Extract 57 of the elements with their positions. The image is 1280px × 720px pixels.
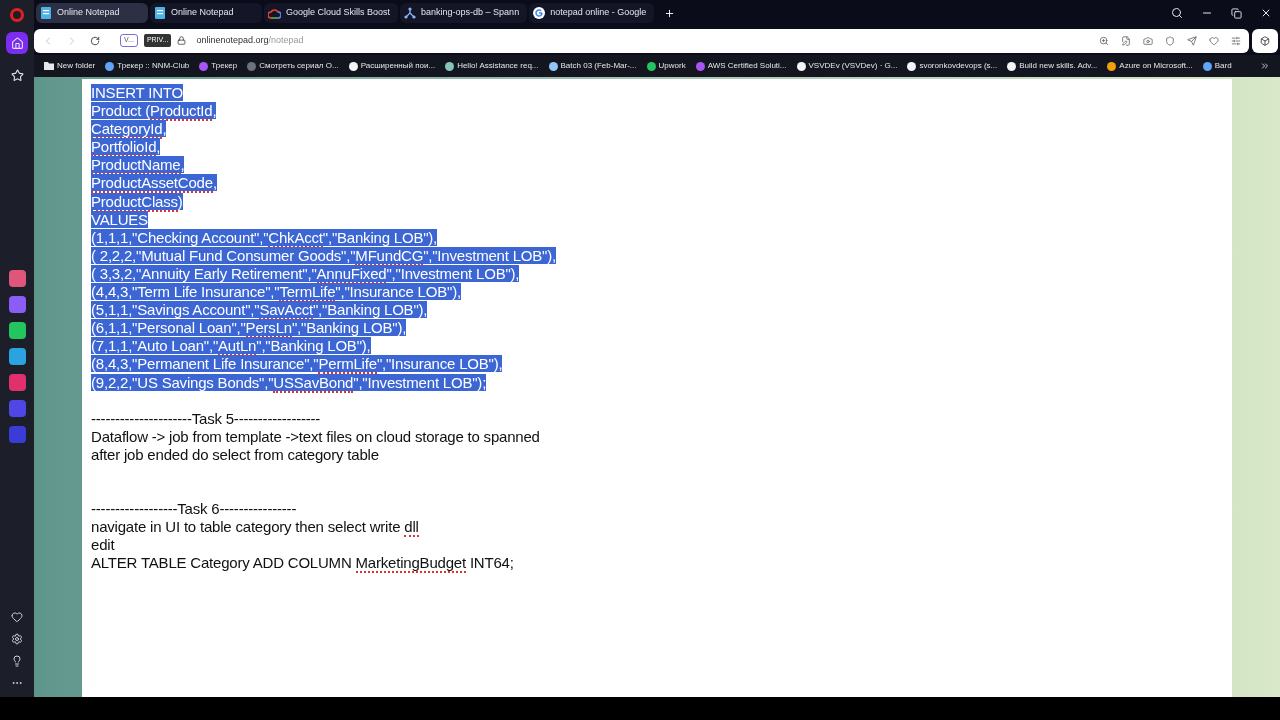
close-icon[interactable]	[1260, 7, 1272, 19]
edit-icon[interactable]	[1121, 35, 1131, 46]
extensions-button[interactable]	[1252, 28, 1278, 53]
document-icon	[154, 7, 166, 19]
restore-icon[interactable]	[1231, 7, 1242, 19]
sliders-icon[interactable]	[1231, 35, 1241, 46]
lightbulb-icon[interactable]	[11, 655, 23, 667]
browser-tab[interactable]: notepad online - Google	[529, 3, 655, 23]
shield-icon[interactable]	[1165, 35, 1175, 46]
tab-title: Google Cloud Skills Boost	[286, 6, 391, 20]
lock-icon	[177, 36, 187, 45]
bookmark-link[interactable]: Build new skills. Adv...	[1019, 60, 1098, 72]
browser-tab[interactable]: Online Notepad	[36, 3, 148, 23]
browser-tab[interactable]: Google Cloud Skills Boost	[264, 3, 399, 23]
browser-logo-icon[interactable]	[10, 8, 24, 22]
star-icon	[10, 68, 24, 82]
bookmark-link[interactable]: New folder	[57, 60, 96, 72]
bookmark-link[interactable]: Трекер	[211, 60, 238, 72]
app-icon[interactable]	[8, 269, 26, 287]
bookmark-link[interactable]: Bard	[1214, 60, 1232, 72]
cube-icon	[1260, 35, 1270, 46]
bookmark-link[interactable]: Batch 03 (Feb-Mar-...	[560, 60, 637, 72]
more-bookmarks-icon[interactable]	[1260, 61, 1270, 71]
tab-title: notepad online - Google	[550, 6, 647, 20]
app-icon[interactable]	[8, 321, 26, 339]
cloud-icon	[268, 7, 281, 19]
bookmark-link[interactable]: Hello! Assistance req...	[457, 60, 539, 72]
home-icon	[10, 36, 24, 50]
bookmark-link[interactable]: AWS Certified Soluti...	[707, 60, 787, 72]
document-icon	[40, 7, 52, 19]
send-icon[interactable]	[1187, 35, 1197, 46]
app-icon[interactable]	[8, 373, 26, 391]
bookmark-link[interactable]: Смотреть сериал О...	[259, 60, 339, 72]
search-icon[interactable]	[1171, 7, 1183, 19]
reload-icon[interactable]	[90, 35, 100, 46]
bookmark-link[interactable]: Azure on Microsoft...	[1119, 60, 1193, 72]
home-button[interactable]	[6, 32, 28, 54]
browser-tab[interactable]: banking-ops-db – Spann	[400, 3, 528, 23]
bookmark-link[interactable]: Расширенный пои...	[360, 60, 436, 72]
bookmark-link[interactable]: Трекер :: NNM-Club	[117, 60, 190, 72]
settings-icon[interactable]	[11, 633, 23, 645]
google-icon	[533, 7, 546, 19]
url-field[interactable]: onlinenotepad.org/notepad	[196, 33, 304, 48]
new-tab-icon[interactable]	[664, 7, 676, 19]
bookmark-link[interactable]: VSVDEv (VSVDev) · G...	[808, 60, 898, 72]
app-icon[interactable]	[8, 295, 26, 313]
tab-title: Online Notepad	[171, 6, 234, 20]
network-icon	[404, 7, 417, 19]
notepad-page[interactable]	[82, 79, 1232, 697]
tab-title: Online Notepad	[57, 6, 120, 20]
tab-title: banking-ops-db – Spann	[421, 6, 520, 20]
bookmark-link[interactable]: Upwork	[658, 60, 686, 72]
browser-tab[interactable]: Online Notepad	[150, 3, 262, 23]
bookmark-link[interactable]: svoronkovdevops (s...	[919, 60, 998, 72]
zoom-icon[interactable]	[1099, 35, 1109, 46]
camera-icon[interactable]	[1143, 35, 1153, 46]
app-icon[interactable]	[8, 347, 26, 365]
